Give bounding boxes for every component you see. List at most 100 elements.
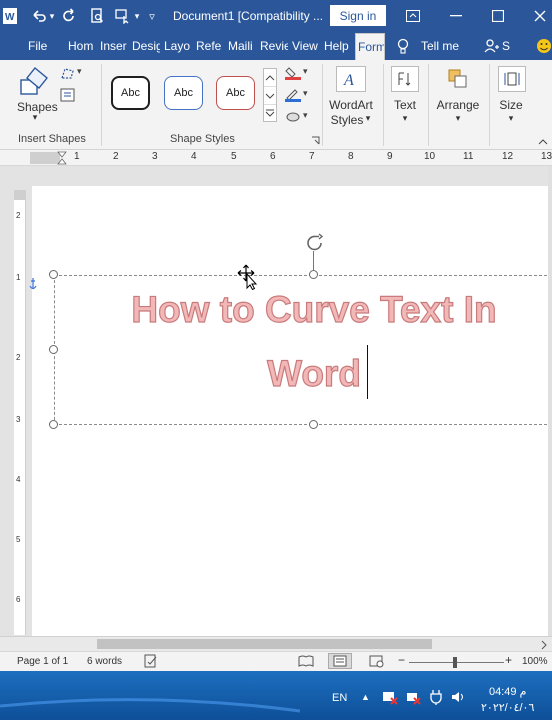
maximize-icon[interactable]: [490, 6, 506, 26]
scroll-right-icon[interactable]: [540, 639, 550, 650]
wordart-line-2[interactable]: Word: [54, 342, 552, 406]
tab-mailings[interactable]: Maili: [228, 33, 256, 60]
tab-home[interactable]: Hom: [68, 33, 96, 60]
show-hidden-icons-icon[interactable]: ▲: [361, 692, 370, 702]
size-button[interactable]: Size: [494, 98, 528, 112]
undo-dropdown-icon[interactable]: ▾: [48, 6, 56, 26]
svg-text:3: 3: [16, 415, 21, 424]
edit-shape-dropdown-icon[interactable]: ▾: [77, 66, 85, 80]
shape-fill-dropdown-icon[interactable]: ▾: [303, 66, 311, 80]
resize-handle[interactable]: [309, 420, 318, 429]
ribbon-tabs: File Hom Inser Desig Layo Refe Maili Rev…: [0, 33, 552, 60]
tab-references[interactable]: Refe: [196, 33, 224, 60]
tab-review[interactable]: Revie: [260, 33, 288, 60]
wordart-styles-icon[interactable]: A: [336, 66, 366, 92]
gallery-down-icon[interactable]: [264, 87, 276, 105]
rotate-handle-icon[interactable]: [304, 233, 326, 256]
wordart-styles-button-line2[interactable]: Styles: [326, 113, 368, 127]
tab-design[interactable]: Desig: [132, 33, 160, 60]
svg-text:6: 6: [16, 595, 21, 604]
touch-dropdown-icon[interactable]: ▾: [133, 6, 141, 26]
tab-view[interactable]: View: [292, 33, 322, 60]
language-indicator[interactable]: EN: [332, 692, 347, 704]
repeat-icon[interactable]: [60, 6, 78, 26]
shapes-dropdown-icon[interactable]: ▾: [30, 112, 40, 123]
group-separator: [489, 64, 490, 146]
wordart-styles-button[interactable]: WordArt: [326, 98, 376, 112]
size-dropdown-icon[interactable]: ▾: [506, 113, 516, 124]
customize-qat-icon[interactable]: ▿: [145, 6, 159, 26]
size-icon[interactable]: [498, 66, 526, 92]
svg-text:2: 2: [16, 211, 21, 220]
edit-shape-icon[interactable]: [60, 66, 76, 80]
shape-effects-icon[interactable]: [285, 110, 301, 124]
share-person-icon[interactable]: [484, 33, 500, 60]
shapes-gallery-icon[interactable]: [19, 66, 51, 101]
tab-layout[interactable]: Layo: [164, 33, 192, 60]
arrange-icon[interactable]: [444, 66, 472, 92]
tell-me-search[interactable]: Tell me: [421, 33, 467, 60]
draw-text-box-icon[interactable]: [60, 88, 76, 102]
shape-outline-icon[interactable]: [285, 88, 301, 102]
tab-format[interactable]: Form: [355, 33, 385, 60]
horizontal-scrollbar[interactable]: [0, 636, 552, 651]
shape-style-thumb-black[interactable]: Abc: [111, 76, 150, 110]
gallery-more-icon[interactable]: [264, 105, 276, 121]
clock-time[interactable]: 04:49 م: [489, 685, 526, 698]
tab-insert[interactable]: Inser: [100, 33, 128, 60]
print-preview-icon[interactable]: [88, 6, 106, 26]
page-count[interactable]: Page 1 of 1: [17, 656, 68, 667]
shape-effects-dropdown-icon[interactable]: ▾: [303, 110, 311, 124]
arrange-button[interactable]: Arrange: [434, 98, 482, 112]
tab-help[interactable]: Help: [324, 33, 354, 60]
collapse-ribbon-icon[interactable]: [538, 134, 548, 145]
lightbulb-icon[interactable]: [396, 33, 412, 60]
vertical-ruler[interactable]: 2 1 2 3 4 5 6: [14, 190, 26, 635]
gallery-up-icon[interactable]: [264, 69, 276, 87]
print-layout-icon[interactable]: [328, 653, 352, 669]
proofing-icon[interactable]: [144, 654, 158, 671]
dialog-launcher-icon[interactable]: [311, 134, 320, 145]
horizontal-ruler[interactable]: 1 2 3 4 5 6 7 8 9 10 11 12 13: [0, 150, 552, 166]
touch-mode-icon[interactable]: [114, 6, 132, 26]
clock-date[interactable]: ٢٠٢٢/٠٤/٠٦: [481, 701, 534, 714]
horizontal-scroll-thumb[interactable]: [97, 639, 432, 649]
sign-in-button[interactable]: Sign in: [330, 5, 386, 26]
shape-styles-group-label: Shape Styles: [170, 133, 235, 145]
ruler-number: 2: [113, 151, 119, 162]
network-icon[interactable]: [405, 689, 421, 708]
vertical-scrollbar[interactable]: [548, 166, 552, 636]
shape-outline-dropdown-icon[interactable]: ▾: [303, 88, 311, 102]
shape-style-thumb-blue[interactable]: Abc: [164, 76, 203, 110]
tab-file[interactable]: File: [28, 33, 54, 60]
arrange-dropdown-icon[interactable]: ▾: [453, 113, 463, 124]
web-layout-icon[interactable]: [369, 654, 385, 671]
smiley-feedback-icon[interactable]: [536, 33, 552, 60]
group-separator: [383, 64, 384, 146]
text-direction-icon[interactable]: [391, 66, 419, 92]
undo-icon[interactable]: [30, 6, 48, 26]
resize-handle[interactable]: [49, 420, 58, 429]
minimize-icon[interactable]: [448, 6, 464, 26]
wordart-line-1[interactable]: How to Curve Text In: [54, 278, 552, 342]
action-center-icon[interactable]: [382, 689, 398, 708]
text-button[interactable]: Text: [387, 98, 423, 112]
svg-text:A: A: [343, 72, 354, 89]
title-bar: W ▾ ▾ ▿ Document1 [Compatibility ... Sig…: [0, 0, 552, 33]
read-mode-icon[interactable]: [298, 654, 314, 671]
word-count[interactable]: 6 words: [87, 656, 122, 667]
power-plug-icon[interactable]: [429, 689, 443, 708]
zoom-slider-thumb[interactable]: [453, 657, 457, 668]
zoom-out-icon[interactable]: −: [398, 653, 405, 667]
share-button[interactable]: S: [502, 33, 516, 60]
shape-fill-icon[interactable]: [285, 66, 301, 80]
wordart-dropdown-icon[interactable]: ▾: [364, 113, 372, 124]
ribbon-display-options-icon[interactable]: [405, 6, 421, 26]
zoom-in-icon[interactable]: +: [505, 653, 512, 667]
close-icon[interactable]: [532, 6, 548, 26]
shape-style-thumb-red[interactable]: Abc: [216, 76, 255, 110]
zoom-level[interactable]: 100%: [522, 656, 548, 667]
text-dropdown-icon[interactable]: ▾: [400, 113, 410, 124]
volume-icon[interactable]: [450, 689, 466, 708]
ruler-number: 3: [152, 151, 158, 162]
